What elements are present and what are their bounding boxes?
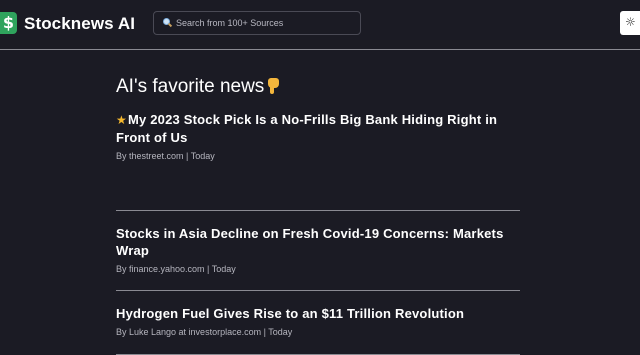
theme-toggle-button[interactable]: ☼ bbox=[620, 11, 640, 35]
news-list: ★My 2023 Stock Pick Is a No-Frills Big B… bbox=[116, 110, 520, 355]
brand-name[interactable]: Stocknews AI bbox=[24, 14, 135, 34]
news-title-text[interactable]: My 2023 Stock Pick Is a No-Frills Big Ba… bbox=[116, 112, 497, 145]
search-box[interactable] bbox=[153, 11, 361, 35]
star-icon: ★ bbox=[116, 113, 127, 127]
section-title: AI's favorite news bbox=[116, 74, 520, 100]
pointing-down-icon bbox=[267, 76, 281, 94]
search-input[interactable] bbox=[176, 12, 356, 34]
top-bar: $ Stocknews AI ☼ bbox=[0, 0, 640, 50]
news-source: By thestreet.com | Today bbox=[116, 151, 215, 161]
section-title-text: AI's favorite news bbox=[116, 76, 265, 97]
main-content: AI's favorite news ★My 2023 Stock Pick I… bbox=[116, 74, 520, 355]
news-title-link[interactable]: Stocks in Asia Decline on Fresh Covid-19… bbox=[116, 225, 520, 259]
sun-icon: ☼ bbox=[625, 15, 636, 29]
news-source: By Luke Lango at investorplace.com | Tod… bbox=[116, 327, 293, 337]
news-source: By finance.yahoo.com | Today bbox=[116, 264, 236, 274]
news-title-link[interactable]: Hydrogen Fuel Gives Rise to an $11 Trill… bbox=[116, 305, 520, 322]
news-item[interactable]: ★My 2023 Stock Pick Is a No-Frills Big B… bbox=[116, 110, 520, 211]
dollar-logo-icon[interactable]: $ bbox=[0, 12, 17, 34]
search-icon bbox=[162, 17, 173, 28]
news-item[interactable]: Hydrogen Fuel Gives Rise to an $11 Trill… bbox=[116, 291, 520, 355]
news-item[interactable]: Stocks in Asia Decline on Fresh Covid-19… bbox=[116, 211, 520, 291]
news-title-link[interactable]: ★My 2023 Stock Pick Is a No-Frills Big B… bbox=[116, 111, 520, 146]
